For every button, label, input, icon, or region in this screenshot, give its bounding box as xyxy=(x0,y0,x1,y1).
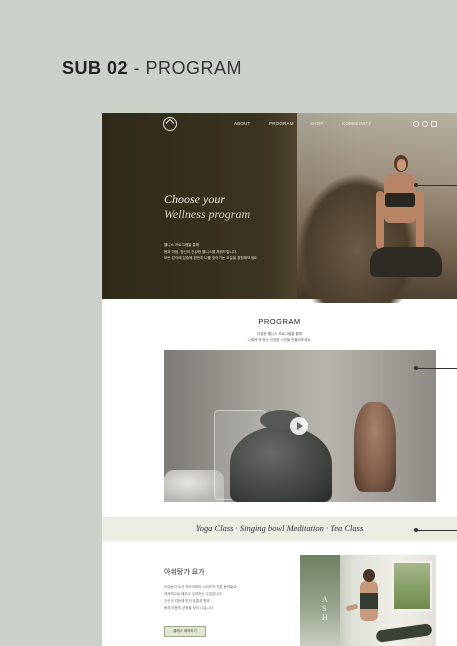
logo-icon[interactable] xyxy=(163,117,177,131)
yoga-title: 아쉬탕가 요가 xyxy=(164,569,205,576)
hero-text-line: 모든 감각에 집중해 편안히 나를 찾아가는 오늘을 경험해보세요. xyxy=(164,256,258,260)
hero-section: ABOUT PROGRAM SHOP COMMUNITY Choose your… xyxy=(102,113,457,303)
class-list[interactable]: Yoga Class · Singing bowl Meditation · T… xyxy=(102,523,457,533)
program-video[interactable] xyxy=(164,350,436,502)
yoga-text-line: 아쉬탕가 요가 프라이머리 시리즈의 기본 동작들로 xyxy=(164,585,237,589)
hero-title: Choose your xyxy=(164,192,225,206)
yoga-text-line: 몸과 마음의 균형을 찾아 나갑니다. xyxy=(164,606,214,610)
hero-meditating-woman-image xyxy=(370,151,442,299)
buddha-statue xyxy=(354,402,396,492)
callout-line-hero xyxy=(414,183,457,187)
teapot xyxy=(230,426,332,502)
nav-item-program[interactable]: PROGRAM xyxy=(269,121,294,126)
program-title: PROGRAM xyxy=(258,317,301,326)
page-title: SUB 02 - PROGRAM xyxy=(62,58,242,79)
reserve-class-button[interactable]: 클래스 예약하기 xyxy=(164,626,206,637)
hero-description: 웰니스 프로그램을 통해 몸과 마음, 정신이 건강한 웰니스를 채워드립니다.… xyxy=(164,242,274,262)
hero-subtitle: Wellness program xyxy=(164,207,251,221)
yoga-description: 아쉬탕가 요가 프라이머리 시리즈의 기본 동작들로 체계적으로 배우고 수련하… xyxy=(164,584,274,612)
callout-line-video xyxy=(414,366,457,370)
cart-icon[interactable] xyxy=(431,121,437,127)
callout-line-band xyxy=(414,528,457,532)
play-icon[interactable] xyxy=(290,417,308,435)
page-title-bold: SUB 02 xyxy=(62,58,129,78)
image-letters: A S H xyxy=(322,595,328,622)
yoga-person xyxy=(345,569,433,646)
nav-item-community[interactable]: COMMUNITY xyxy=(342,121,372,126)
program-text-line: 나에게 꼭 맞는 건강한 시간을 만들어보세요. xyxy=(247,338,312,342)
window xyxy=(392,561,432,611)
search-icon[interactable] xyxy=(413,121,419,127)
yoga-text-line: 자신의 리듬에 맞게 호흡과 함께 xyxy=(164,599,210,603)
top-nav: ABOUT PROGRAM SHOP COMMUNITY xyxy=(102,113,457,135)
page-title-light: PROGRAM xyxy=(145,58,243,78)
page-mockup: ABOUT PROGRAM SHOP COMMUNITY Choose your… xyxy=(102,113,457,646)
user-icon[interactable] xyxy=(422,121,428,127)
yoga-image: A S H xyxy=(300,555,436,646)
page-title-separator: - xyxy=(128,58,146,78)
yoga-text-line: 체계적으로 배우고 수련하는 수업입니다. xyxy=(164,592,223,596)
program-description: 다양한 웰니스 프로그램을 통해 나에게 꼭 맞는 건강한 시간을 만들어보세요… xyxy=(102,331,457,343)
plant xyxy=(300,555,340,646)
nav-item-about[interactable]: ABOUT xyxy=(234,121,251,126)
nav-item-shop[interactable]: SHOP xyxy=(310,121,324,126)
